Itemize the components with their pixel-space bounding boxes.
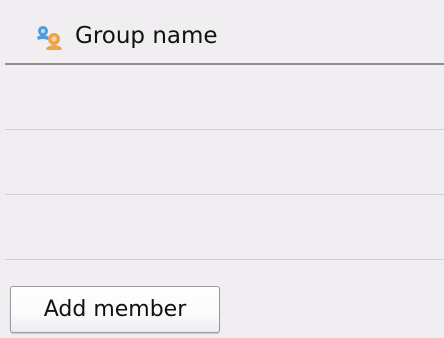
group-edit-screen: Group name Add member bbox=[0, 0, 444, 338]
member-row[interactable] bbox=[5, 131, 444, 195]
group-contacts-icon bbox=[35, 24, 65, 50]
group-name-header[interactable]: Group name bbox=[5, 5, 444, 65]
add-member-button[interactable]: Add member bbox=[10, 286, 220, 333]
member-row[interactable] bbox=[5, 66, 444, 130]
member-row[interactable] bbox=[5, 196, 444, 260]
group-name-title: Group name bbox=[75, 23, 218, 49]
